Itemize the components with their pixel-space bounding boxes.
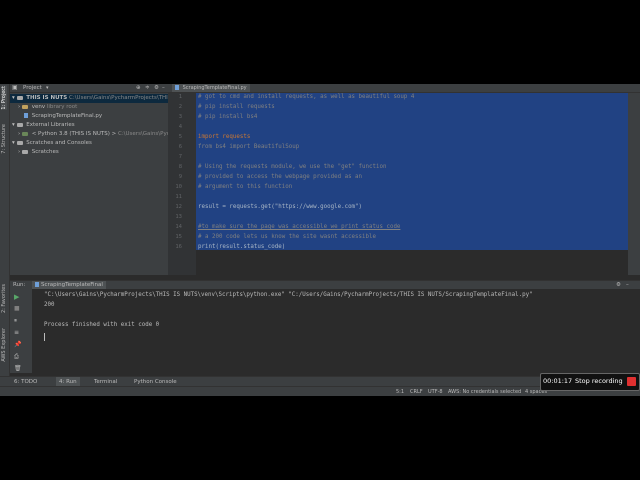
code-line-5: import requests	[198, 134, 251, 140]
gear-icon[interactable]: ⚙	[154, 84, 159, 92]
chevron-right-icon: ›	[18, 104, 21, 110]
stop-icon[interactable]: ■	[14, 305, 20, 312]
project-panel-header: ▣ Project ▾ ⊕ ≑ ⚙ –	[10, 84, 168, 93]
python-file-icon	[175, 85, 179, 90]
stop-recording-button[interactable]: Stop recording	[575, 377, 623, 385]
left-tool-strip: 1: Project 7: Structure 2: Favorites AWS…	[0, 84, 10, 396]
collapse-icon[interactable]: ≑	[145, 84, 150, 92]
code-line-1: # got to cmd and install requests, as we…	[198, 94, 415, 100]
code-line-8: # Using the requests module, we use the …	[198, 164, 387, 170]
minimize-icon[interactable]: –	[626, 281, 629, 289]
stop-icon[interactable]	[627, 377, 636, 386]
aws-credentials[interactable]: AWS: No credentials selected	[448, 387, 521, 396]
editor-gutter: 1 2 3 4 5 6 7 8 9 10 11 12 13 14 15 16	[168, 93, 196, 275]
project-panel: ▣ Project ▾ ⊕ ≑ ⚙ – ▾ THIS IS NUTS C:\Us…	[10, 84, 188, 275]
chevron-down-icon: ▾	[12, 95, 15, 101]
chevron-down-icon: ▾	[12, 140, 15, 146]
line-number: 4	[178, 124, 182, 130]
line-number: 10	[175, 184, 182, 190]
chevron-down-icon[interactable]: ▾	[46, 84, 49, 92]
rerun-icon[interactable]: ▶	[14, 293, 20, 301]
folder-icon	[21, 104, 28, 109]
python-file-icon	[35, 282, 39, 287]
tree-item-script-file[interactable]: ScrapingTemplateFinal.py	[24, 112, 102, 121]
line-number: 15	[175, 234, 182, 240]
project-view-icon: ▣	[12, 84, 18, 91]
line-number: 1	[178, 94, 182, 100]
favorites-tool-tab[interactable]: 2: Favorites	[1, 284, 7, 313]
soft-wrap-icon[interactable]: ≡	[14, 329, 20, 336]
line-number: 12	[175, 204, 182, 210]
chevron-down-icon: ▾	[12, 122, 15, 128]
caret-position[interactable]: 5:1	[396, 387, 404, 396]
delete-icon[interactable]: 🗑	[14, 365, 22, 372]
gear-icon[interactable]: ⚙	[616, 281, 621, 289]
run-console[interactable]: "C:\Users\Gains\PycharmProjects\THIS IS …	[32, 289, 640, 373]
library-icon	[16, 122, 23, 127]
line-separator[interactable]: CRLF	[410, 387, 423, 396]
code-line-3: # pip install bs4	[198, 114, 258, 120]
chevron-right-icon: ›	[18, 149, 21, 155]
python-sdk-icon	[21, 131, 28, 136]
line-number: 14	[175, 224, 182, 230]
code-line-12: result = requests.get("https://www.googl…	[198, 204, 363, 210]
line-number: 8	[178, 164, 182, 170]
line-number: 13	[175, 214, 182, 220]
right-tool-strip	[628, 93, 640, 275]
line-number: 11	[175, 194, 182, 200]
tree-item-venv[interactable]: › venv library root	[18, 103, 77, 112]
pycharm-window: 1: Project 7: Structure 2: Favorites AWS…	[0, 84, 640, 396]
tree-item-scratches-consoles[interactable]: ▾ Scratches and Consoles	[12, 139, 92, 148]
project-tool-tab[interactable]: 1: Project	[1, 86, 7, 110]
run-tab-scraping-template-final[interactable]: ScrapingTemplateFinal	[32, 281, 106, 289]
code-editor[interactable]: # got to cmd and install requests, as we…	[196, 93, 640, 275]
folder-icon	[16, 95, 23, 100]
code-line-2: # pip install requests	[198, 104, 275, 110]
folder-icon	[21, 149, 28, 154]
line-number: 2	[178, 104, 182, 110]
line-number: 5	[178, 134, 182, 140]
tree-item-external-libraries[interactable]: ▾ External Libraries	[12, 121, 75, 130]
code-line-16: print(result.status_code)	[198, 244, 286, 250]
run-toolbar: ▶ ■ ⏸ ≡ 📌 ⎙ 🗑	[10, 289, 32, 373]
code-line-14: #to make sure the page was accessible we…	[198, 224, 401, 230]
run-label: Run:	[13, 282, 26, 288]
code-line-15: # a 200 code lets us know the site wasnt…	[198, 234, 376, 240]
console-exit-line: Process finished with exit code 0	[44, 322, 160, 328]
line-number: 7	[178, 154, 182, 160]
tree-item-python-sdk[interactable]: › < Python 3.8 (THIS IS NUTS) > C:\Users…	[18, 130, 184, 139]
scratches-icon	[16, 140, 23, 145]
pause-icon[interactable]: ⏸	[14, 317, 20, 324]
text-cursor	[44, 333, 45, 341]
editor-tabs: ScrapingTemplateFinal.py	[168, 84, 640, 93]
tab-scraping-template-final[interactable]: ScrapingTemplateFinal.py	[172, 84, 250, 92]
recording-overlay: 00:01:17 Stop recording	[540, 373, 640, 391]
chevron-right-icon: ›	[18, 131, 21, 137]
minimize-icon[interactable]: –	[162, 84, 165, 92]
file-encoding[interactable]: UTF-8	[428, 387, 443, 396]
line-number: 3	[178, 114, 182, 120]
tree-item-project-root[interactable]: ▾ THIS IS NUTS C:\Users\Gains\PycharmPro…	[10, 94, 188, 103]
python-file-icon	[24, 113, 28, 118]
console-output-line: 200	[44, 302, 55, 308]
code-line-6: from bs4 import BeautifulSoup	[198, 144, 300, 150]
code-line-10: # argument to this function	[198, 184, 293, 190]
structure-tool-tab[interactable]: 7: Structure	[1, 124, 7, 154]
project-view-selector[interactable]: Project	[23, 84, 42, 92]
locate-icon[interactable]: ⊕	[136, 84, 141, 92]
pin-icon[interactable]: 📌	[14, 341, 21, 348]
tree-item-scratches[interactable]: › Scratches	[18, 148, 59, 157]
line-number: 6	[178, 144, 182, 150]
aws-explorer-tool-tab[interactable]: AWS Explorer	[1, 328, 7, 362]
line-number: 9	[178, 174, 182, 180]
recording-timer: 00:01:17	[543, 377, 573, 385]
console-command-line: "C:\Users\Gains\PycharmProjects\THIS IS …	[44, 292, 533, 298]
print-icon[interactable]: ⎙	[14, 353, 20, 360]
line-number: 16	[175, 244, 182, 250]
code-line-9: # provided to access the webpage provide…	[198, 174, 363, 180]
